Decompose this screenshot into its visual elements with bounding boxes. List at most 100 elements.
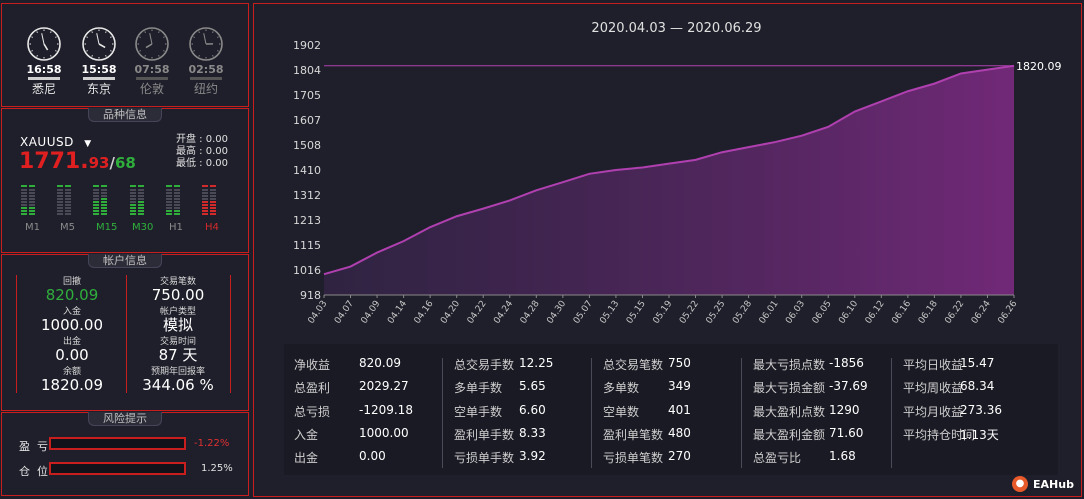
stat-value: 12.25 [519,356,554,370]
meter-segment [137,207,144,209]
meter-segment [93,204,100,206]
meter-segment [210,213,216,215]
meter-segment [101,192,108,194]
meter-segment [210,195,216,197]
meter-segment [129,198,136,200]
stat-value: -1856 [829,356,864,370]
meter-bar [101,185,108,215]
account-panel: 帐户信息 回撤 820.09 交易笔数 750.00 入金 1000.00 帐户… [1,254,249,411]
ask-price: 68 [114,154,136,172]
stat-value: 480 [668,425,691,440]
clock-city: 悉尼 [31,82,56,96]
stat-label: 亏损单笔数 [603,451,664,466]
meter-segment [137,198,144,200]
meter-segment [165,189,172,191]
meter-segment [21,204,27,206]
x-tick-label: 05.07 [572,299,595,326]
stat-label: 净收益 [294,358,331,372]
meter-segment [21,198,27,200]
meter-segment [57,195,64,197]
x-tick-label: 06.03 [784,299,807,326]
tf-label-m30: M30 [132,222,154,233]
balance-item: 余额 1820.09 [22,367,122,394]
stat-value: 8.33 [519,425,546,440]
stat-value: 5.65 [519,379,546,394]
pos-bar [49,462,186,475]
x-tick-label: 05.13 [598,299,621,326]
meter-cap [129,185,136,187]
divider-right [230,275,231,393]
clock-face-icon [27,27,61,61]
meter-segment [202,192,208,194]
equity-chart: 1902 1804 1705 1607 1508 1410 1312 1213 1115 1016… [293,39,1062,326]
meter-segment [57,201,64,203]
symbol-panel: 品种信息 XAUUSD ▼ 1771.93/68 开盘 : 0.00 最高 : … [1,108,249,253]
meter-segment [101,213,108,215]
drawdown-value: 820.09 [45,286,99,304]
meter-segment [210,192,216,194]
meter-cap [137,185,144,187]
meter-segment [65,198,72,200]
meter-segment [101,210,108,212]
main-panel: 2020.04.03 — 2020.06.29 1902 1804 1705 1607… [253,3,1082,497]
meter-segment [65,201,72,203]
meter-segment [210,198,216,200]
stat-label: 总交易笔数 [603,358,664,372]
stat-value: 270 [668,449,691,464]
x-tick-label: 06.12 [864,299,887,326]
divider-left [16,275,17,393]
y-tick-label: 1902 [293,39,321,52]
meter-segment [29,201,35,203]
y-tick-label: 918 [300,289,321,302]
meter-bar [29,185,35,215]
meter-bar [65,185,72,215]
annual-item: 预期年回报率 344.06 % [126,367,230,394]
clock-time: 16:58 [26,63,62,76]
stat-value: 820.09 [359,356,401,370]
stats-divider [442,358,443,468]
clock-newyork: 02:58 纽约 [186,26,226,96]
deposit-item: 入金 1000.00 [22,307,122,334]
meter-segment [21,210,27,212]
meter-segment [165,204,172,206]
meter-cap [65,185,72,187]
section-title: 品种信息 [88,108,162,122]
tf-label-h1: H1 [169,222,183,233]
stat-value: -1209.18 [359,402,413,417]
x-tick-label: 04.09 [360,299,383,326]
price-display: 1771.93/68 [19,149,136,174]
symbol-selector[interactable]: XAUUSD ▼ [20,135,92,149]
meter-bar [93,185,100,215]
stat-label: 总交易手数 [454,358,515,372]
stat-value: 1290 [829,402,860,417]
stat-label: 最大盈利金额 [753,427,826,442]
meter-segment [165,201,172,203]
meter-segment [21,207,27,209]
deposit-value: 1000.00 [40,316,104,334]
clock-face-icon [189,27,223,61]
stat-value: 3.92 [519,449,546,464]
y-tick-label: 1607 [293,114,321,127]
annual-value: 344.06 % [142,376,214,394]
meter-segment [173,189,180,191]
x-tick-label: 04.22 [466,299,489,326]
clock-time: 15:58 [81,63,117,76]
x-tick-label: 04.14 [386,299,409,326]
pl-value: -1.22% [194,438,230,449]
stat-label: 亏损单手数 [454,451,515,466]
meter-bar [210,185,216,215]
stat-value: 6.60 [519,402,546,417]
y-tick-label: 1016 [293,264,321,277]
stat-label: 总盈亏比 [753,451,802,466]
meter-segment [57,210,64,212]
clock-time: 07:58 [134,63,170,76]
y-tick-label: 1312 [293,189,321,202]
meter-segment [21,192,27,194]
meter-segment [21,195,27,197]
meter-segment [65,207,72,209]
tf-label-m1: M1 [25,222,40,233]
meter-segment [129,204,136,206]
meter-segment [129,201,136,203]
stat-value: 349 [668,379,691,394]
meter-segment [202,189,208,191]
